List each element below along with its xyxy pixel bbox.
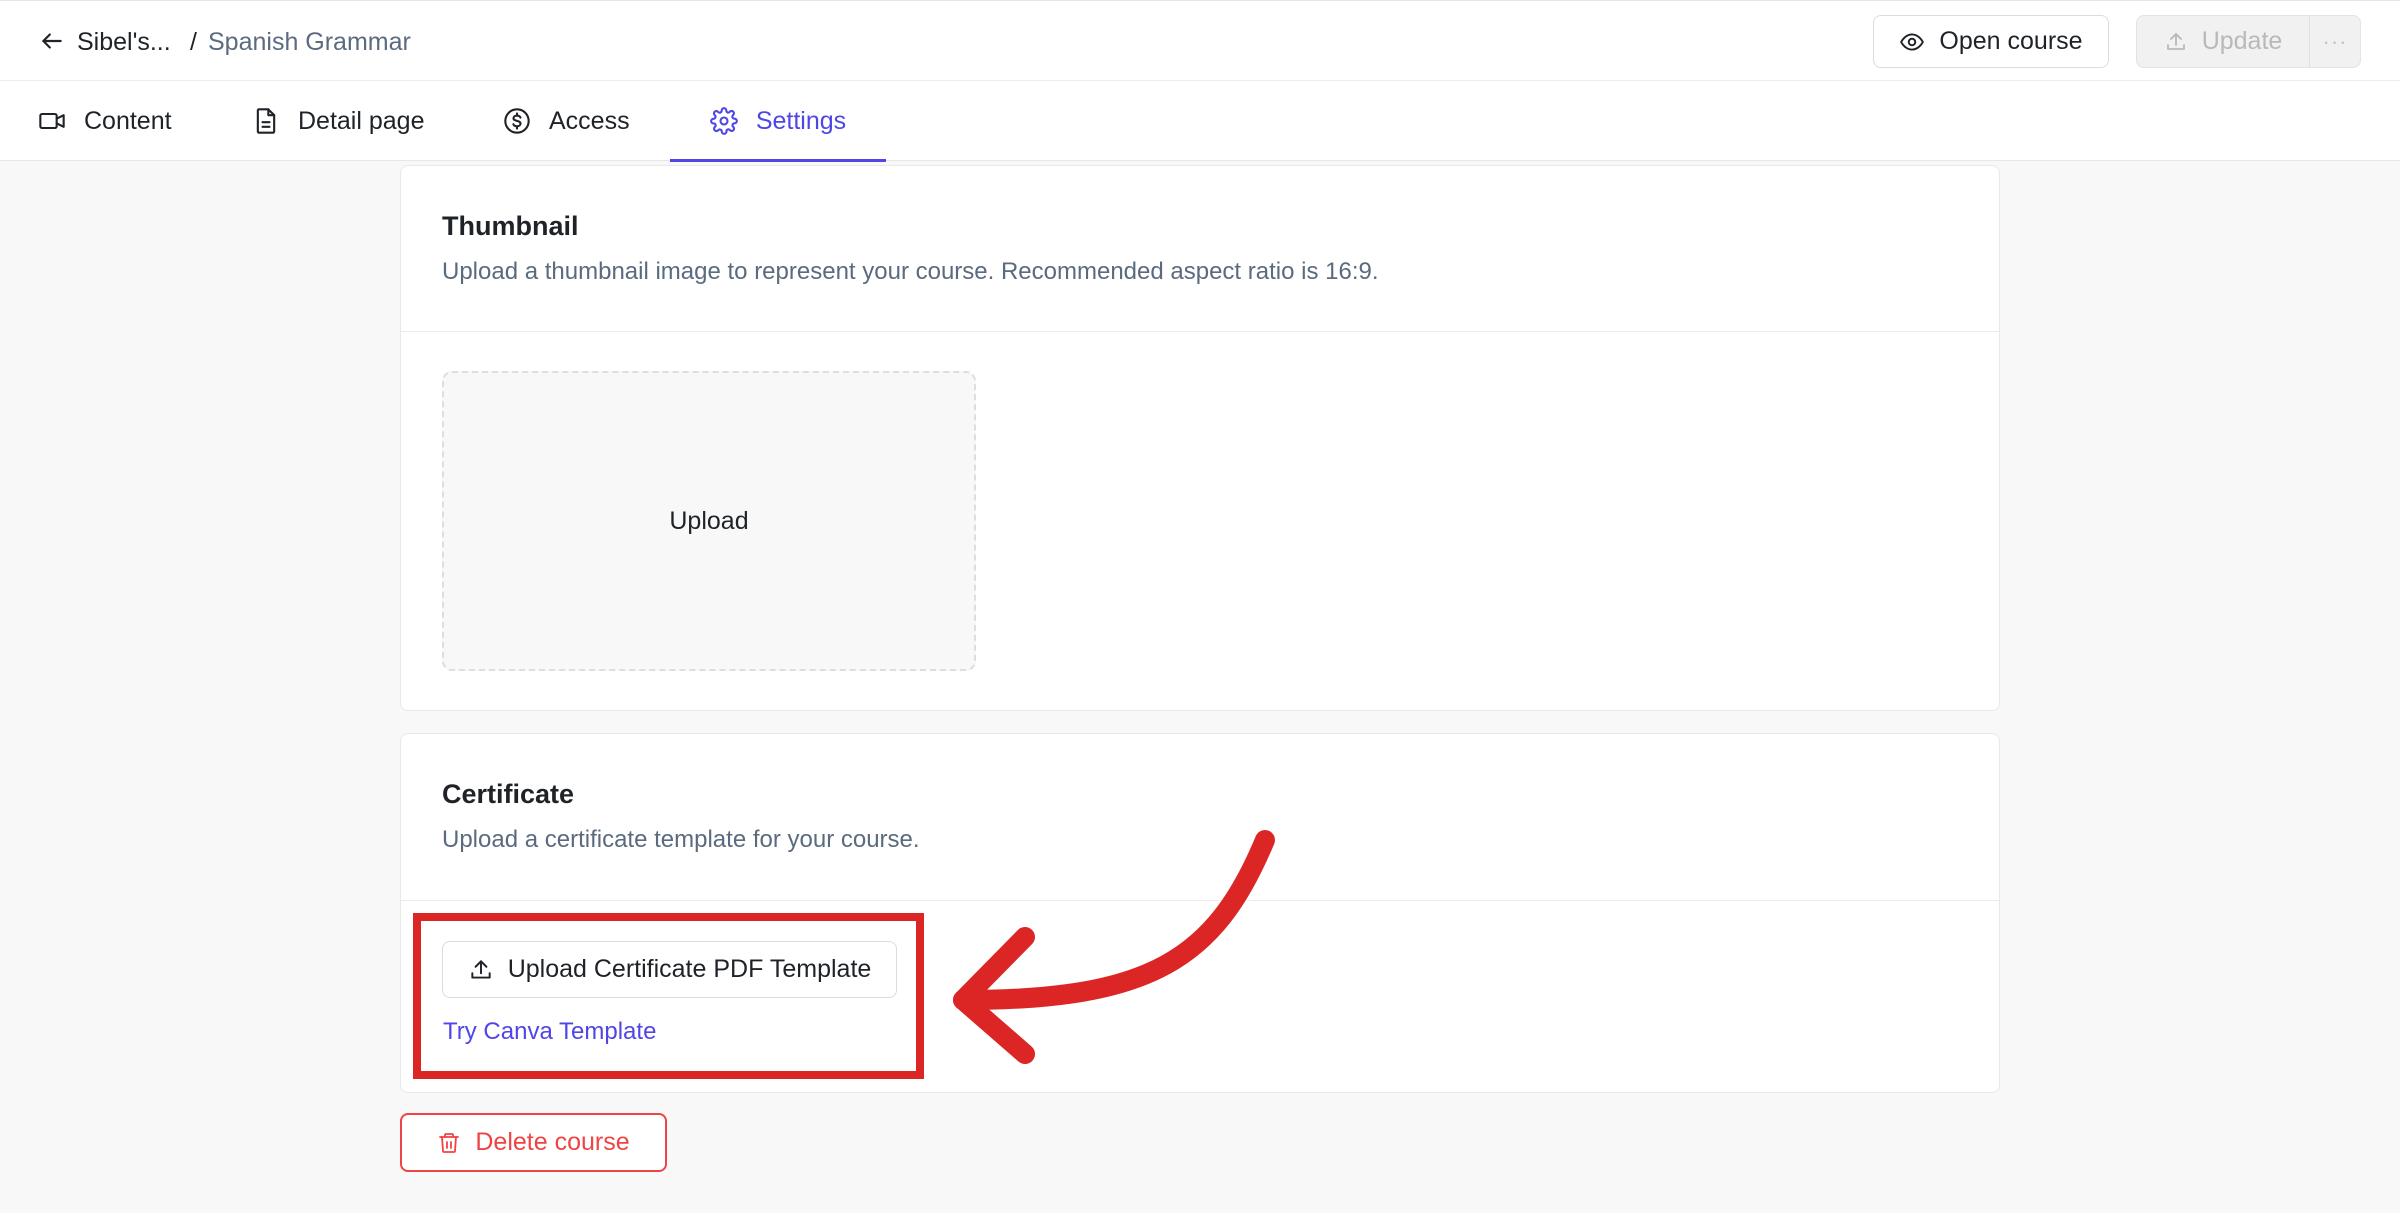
top-bar: Sibel's... / Spanish Grammar Open course…	[0, 0, 2400, 81]
more-options-label: ···	[2322, 28, 2348, 54]
upload-icon	[2166, 32, 2185, 50]
breadcrumb-parent[interactable]: Sibel's...	[77, 26, 171, 58]
certificate-title: Certificate	[442, 779, 575, 809]
back-button[interactable]	[36, 25, 68, 57]
arrow-left-icon	[42, 33, 62, 49]
certificate-card: Certificate Upload a certificate templat…	[400, 733, 2000, 1093]
dollar-icon	[504, 108, 530, 134]
tab-access[interactable]: Access	[503, 81, 630, 161]
eye-icon	[1900, 32, 1925, 51]
tab-settings[interactable]: Settings	[670, 81, 886, 162]
video-icon	[39, 112, 65, 130]
breadcrumb-current: Spanish Grammar	[208, 28, 411, 56]
tab-content-label: Content	[84, 106, 172, 135]
gear-icon	[709, 107, 738, 135]
certificate-description: Upload a certificate template for your c…	[442, 826, 920, 853]
thumbnail-description: Upload a thumbnail image to represent yo…	[442, 258, 1379, 285]
upload-certificate-label: Upload Certificate PDF Template	[507, 955, 872, 983]
breadcrumb-separator: /	[190, 28, 197, 56]
thumbnail-divider	[401, 331, 1999, 332]
trash-icon	[439, 1132, 460, 1153]
tab-bar: Content Detail page Access Settings	[0, 81, 2400, 162]
tab-detail-page-label: Detail page	[298, 106, 425, 135]
update-button-group: Update ···	[2136, 15, 2361, 68]
thumbnail-title: Thumbnail	[442, 211, 579, 241]
thumbnail-upload-label: Upload	[669, 506, 749, 535]
document-icon	[256, 108, 276, 134]
thumbnail-card: Thumbnail Upload a thumbnail image to re…	[400, 165, 2000, 711]
more-options-button[interactable]: ···	[2309, 16, 2360, 67]
update-button[interactable]: Update	[2137, 16, 2309, 67]
delete-course-button[interactable]: Delete course	[400, 1113, 667, 1172]
open-course-button[interactable]: Open course	[1873, 15, 2109, 68]
tab-content[interactable]: Content	[38, 81, 172, 161]
tab-settings-label: Settings	[755, 106, 847, 135]
thumbnail-upload-dropzone[interactable]: Upload	[442, 371, 976, 671]
try-canva-template-link[interactable]: Try Canva Template	[443, 1018, 656, 1046]
open-course-label: Open course	[1939, 27, 2083, 55]
tab-detail-page[interactable]: Detail page	[252, 81, 424, 161]
delete-course-label: Delete course	[475, 1128, 630, 1156]
upload-certificate-button[interactable]: Upload Certificate PDF Template	[442, 941, 897, 998]
upload-icon	[471, 959, 491, 979]
tab-access-label: Access	[549, 106, 630, 135]
certificate-divider	[401, 900, 1999, 901]
update-label: Update	[2201, 27, 2283, 55]
